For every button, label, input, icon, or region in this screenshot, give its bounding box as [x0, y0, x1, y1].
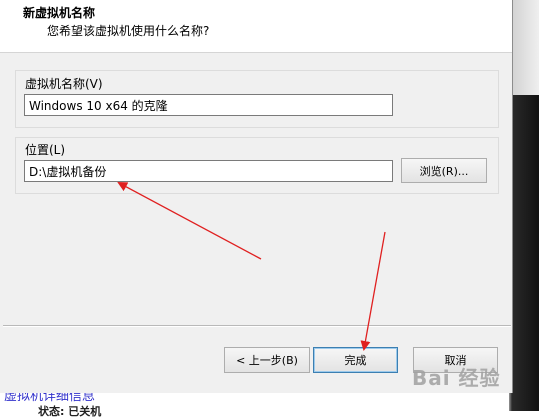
page-subtitle: 您希望该虚拟机使用什么名称? — [47, 24, 210, 38]
vm-name-label: 虚拟机名称(V) — [25, 77, 103, 91]
baidu-watermark-logo: Bai 经验 — [412, 366, 501, 390]
vm-name-input[interactable] — [24, 94, 393, 116]
wizard-header: 新虚拟机名称 您希望该虚拟机使用什么名称? — [0, 0, 512, 53]
back-button[interactable]: < 上一步(B) — [224, 347, 310, 373]
backdrop-highlight — [509, 0, 539, 95]
browse-button[interactable]: 浏览(R)... — [401, 158, 487, 183]
location-input[interactable] — [24, 160, 393, 182]
page-title: 新虚拟机名称 — [23, 6, 96, 20]
location-label: 位置(L) — [25, 143, 66, 157]
vm-name-group: 虚拟机名称(V) — [15, 70, 499, 128]
new-vm-name-dialog: 新虚拟机名称 您希望该虚拟机使用什么名称? 虚拟机名称(V) 位置(L) 浏览(… — [0, 0, 513, 393]
footer-divider — [3, 325, 511, 327]
desktop-backdrop — [509, 0, 539, 411]
vm-status-text: 状态: 已关机 — [38, 405, 102, 418]
finish-button[interactable]: 完成 — [313, 347, 398, 373]
location-group: 位置(L) 浏览(R)... — [15, 137, 499, 194]
